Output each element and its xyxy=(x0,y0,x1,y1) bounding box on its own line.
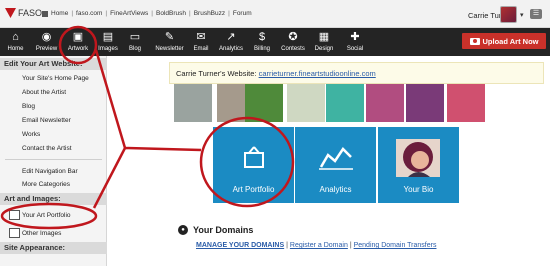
thumbnail[interactable] xyxy=(366,84,404,122)
easel-icon: ▣ xyxy=(72,31,84,43)
avatar[interactable] xyxy=(500,6,517,23)
toplink-boldbrush[interactable]: BoldBrush xyxy=(156,10,186,17)
faso-logo[interactable]: FASO xyxy=(5,8,42,18)
domains-links: MANAGE YOUR DOMAINS | Register a Domain … xyxy=(196,242,437,249)
nav-billing[interactable]: $ Billing xyxy=(251,28,273,56)
callout-line xyxy=(124,146,202,152)
register-domain-link[interactable]: Register a Domain xyxy=(290,242,348,249)
top-links: Home | faso.com | FineArtViews | BoldBrush |… xyxy=(42,10,252,17)
sidebar-section-appearance: Site Appearance: xyxy=(0,242,107,254)
envelope-icon: ✉ xyxy=(196,31,206,43)
thumbnail[interactable] xyxy=(245,84,283,122)
nav-preview[interactable]: ◉ Preview xyxy=(31,28,62,56)
toplink-brushbuzz[interactable]: BrushBuzz xyxy=(194,10,225,17)
nav-design[interactable]: ▦ Design xyxy=(312,28,336,56)
tile-analytics[interactable]: Analytics xyxy=(295,127,376,203)
eye-icon: ◉ xyxy=(41,31,52,43)
blog-icon: ▭ xyxy=(129,31,141,43)
camera-icon xyxy=(469,37,480,45)
nav-newsletter[interactable]: ✎ Newsletter xyxy=(153,28,186,56)
toplink-faso[interactable]: faso.com xyxy=(76,10,102,17)
settings-icon[interactable]: ☰ xyxy=(530,9,542,19)
social-icon: ✚ xyxy=(350,31,360,43)
tile-art-portfolio[interactable]: Art Portfolio xyxy=(213,127,294,203)
easel-icon xyxy=(9,210,20,220)
thumbnail[interactable] xyxy=(406,84,444,122)
logo-text: FASO xyxy=(18,8,43,18)
nav-artwork[interactable]: ▣ Artwork xyxy=(64,28,92,56)
nav-email[interactable]: ✉ Email xyxy=(190,28,212,56)
website-info: Carrie Turner's Website: carrieturner.fi… xyxy=(176,69,376,78)
upload-art-button[interactable]: Upload Art Now xyxy=(462,33,546,49)
chart-icon: ↗ xyxy=(226,31,236,43)
sidebar-item-contact[interactable]: Contact the Artist xyxy=(22,145,72,152)
top-utility-bar: FASO Home | faso.com | FineArtViews | BoldB… xyxy=(0,0,550,28)
thumbnail[interactable] xyxy=(447,84,485,122)
dollar-icon: $ xyxy=(258,31,266,43)
nav-home[interactable]: ⌂ Home xyxy=(2,28,29,56)
faso-logo-mark xyxy=(5,8,16,18)
images-icon: ▤ xyxy=(102,31,114,43)
sidebar-item-works[interactable]: Works xyxy=(22,131,40,138)
home-icon: ⌂ xyxy=(12,31,19,43)
website-url-link[interactable]: carrieturner.fineartstudioonline.com xyxy=(259,69,376,78)
domains-title: Your Domains xyxy=(193,225,254,235)
images-icon xyxy=(9,228,20,238)
sidebar-divider xyxy=(5,159,102,160)
sidebar-item-other-images[interactable]: Other Images xyxy=(22,230,61,237)
design-icon: ▦ xyxy=(318,31,330,43)
tile-label: Your Bio xyxy=(403,185,434,194)
toplink-fineartviews[interactable]: FineArtViews xyxy=(110,10,148,17)
home-small-icon xyxy=(42,10,48,17)
sidebar-section-art-images: Art and Images: xyxy=(0,193,107,205)
sidebar-item-about[interactable]: About the Artist xyxy=(22,89,66,96)
thumbnail[interactable] xyxy=(326,84,364,122)
ribbon-icon: ✪ xyxy=(288,31,298,43)
website-label: Carrie Turner's Website: xyxy=(176,69,257,78)
nav-social[interactable]: ✚ Social xyxy=(343,28,367,56)
nav-blog[interactable]: ▭ Blog xyxy=(124,28,146,56)
sidebar-item-art-portfolio[interactable]: Your Art Portfolio xyxy=(22,212,71,219)
sidebar: Edit Your Art Website: Your Site's Home … xyxy=(0,56,107,266)
sidebar-item-home-page[interactable]: Your Site's Home Page xyxy=(22,75,89,82)
nav-analytics[interactable]: ↗ Analytics xyxy=(217,28,245,56)
quill-icon: ✎ xyxy=(164,31,175,43)
sidebar-section-edit-site: Edit Your Art Website: xyxy=(0,58,107,70)
sidebar-item-more-categories[interactable]: More Categories xyxy=(22,181,70,188)
tile-label: Analytics xyxy=(319,185,352,194)
nav-contests[interactable]: ✪ Contests xyxy=(279,28,307,56)
nav-images[interactable]: ▤ Images xyxy=(95,28,121,56)
domains-icon: ● xyxy=(178,225,188,235)
sidebar-item-blog[interactable]: Blog xyxy=(22,103,35,110)
toplink-home[interactable]: Home xyxy=(51,10,68,17)
manage-domains-link[interactable]: MANAGE YOUR DOMAINS xyxy=(196,242,284,249)
sidebar-item-edit-navigation[interactable]: Edit Navigation Bar xyxy=(22,168,78,175)
toplink-forum[interactable]: Forum xyxy=(233,10,252,17)
chevron-down-icon[interactable]: ▾ xyxy=(520,11,524,19)
pending-transfers-link[interactable]: Pending Domain Transfers xyxy=(354,242,437,249)
thumbnail[interactable] xyxy=(287,84,325,122)
thumbnail[interactable] xyxy=(174,84,212,122)
sidebar-item-newsletter[interactable]: Email Newsletter xyxy=(22,117,71,124)
tile-label: Art Portfolio xyxy=(232,185,275,194)
tile-your-bio[interactable]: Your Bio xyxy=(378,127,459,203)
